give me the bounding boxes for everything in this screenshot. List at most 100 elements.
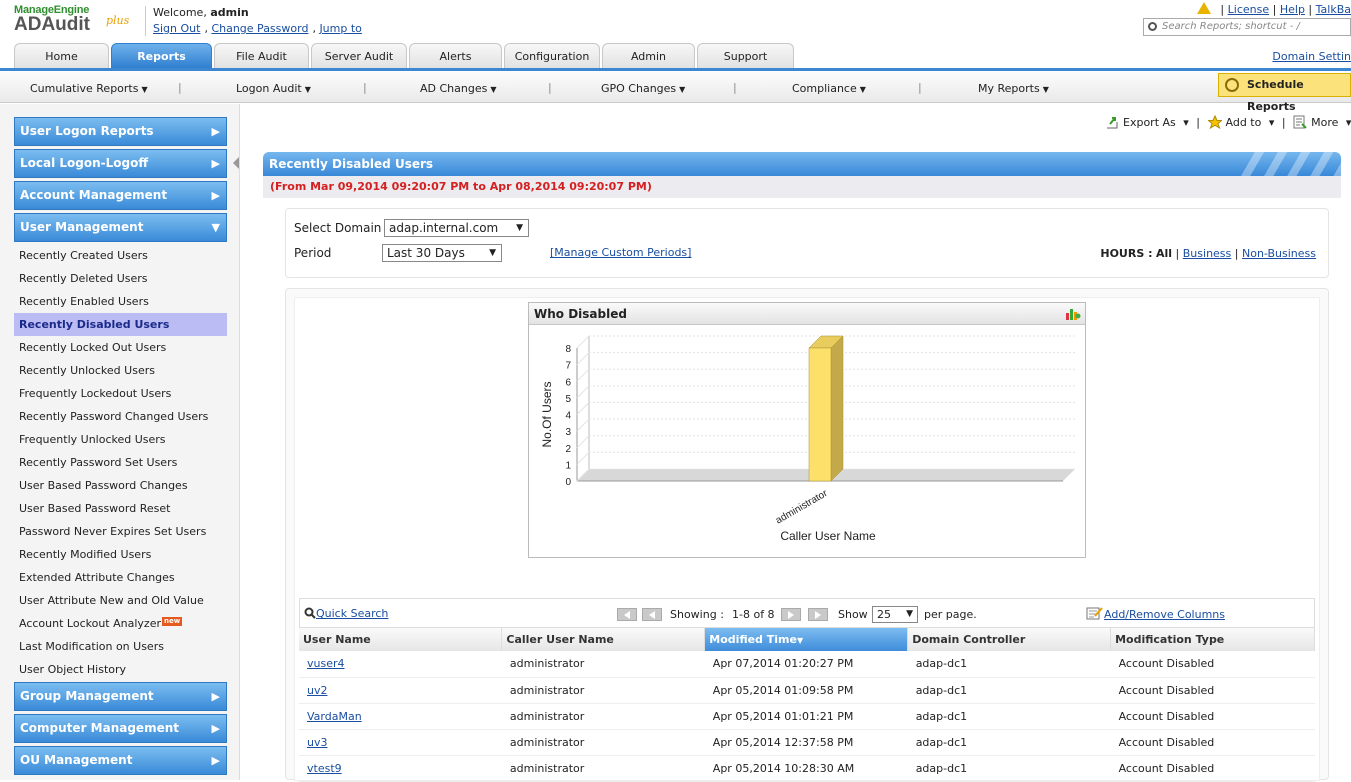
subnav-compliance[interactable]: Compliance ▼	[792, 82, 866, 95]
sidebar-item-recently-created-users[interactable]: Recently Created Users	[14, 244, 227, 267]
sidebar-item-frequently-lockedout-users[interactable]: Frequently Lockedout Users	[14, 382, 227, 405]
user-link[interactable]: uv3	[307, 736, 327, 749]
subnav-cumulative-reports[interactable]: Cumulative Reports ▼	[30, 82, 148, 95]
sidebar-category-ou-management[interactable]: OU Management ▶	[14, 746, 227, 775]
clock-icon	[1225, 78, 1239, 92]
sidebar-item-extended-attribute-changes[interactable]: Extended Attribute Changes	[14, 566, 227, 589]
add-remove-columns-control[interactable]: Add/Remove Columns	[1086, 606, 1225, 621]
sidebar-item-recently-enabled-users[interactable]: Recently Enabled Users	[14, 290, 227, 313]
subnav-my-reports[interactable]: My Reports ▼	[978, 82, 1049, 95]
user-link[interactable]: uv2	[307, 684, 327, 697]
chart-type-icon[interactable]	[1065, 307, 1081, 321]
sidebar-item-recently-password-set-users[interactable]: Recently Password Set Users	[14, 451, 227, 474]
tab-file-audit[interactable]: File Audit	[214, 43, 309, 68]
tab-reports[interactable]: Reports	[111, 43, 212, 68]
sidebar-item-user-based-password-changes[interactable]: User Based Password Changes	[14, 474, 227, 497]
product-logo[interactable]: ManageEngine ADAudit plus	[14, 4, 129, 36]
talkback-link[interactable]: TalkBa	[1316, 3, 1351, 16]
sidebar-item-recently-modified-users[interactable]: Recently Modified Users	[14, 543, 227, 566]
y-tick-label: 5	[565, 394, 571, 405]
title-decoration	[1241, 152, 1341, 176]
search-placeholder: Search Reports; shortcut - /	[1162, 21, 1300, 32]
domain-settings-link[interactable]: Domain Settin	[1272, 50, 1351, 63]
last-page-button[interactable]	[808, 608, 828, 621]
jump-to-link[interactable]: Jump to	[319, 22, 361, 35]
subnav-logon-audit[interactable]: Logon Audit ▼	[236, 82, 311, 95]
tab-configuration[interactable]: Configuration	[504, 43, 600, 68]
first-page-button[interactable]	[617, 608, 637, 621]
tab-home[interactable]: Home	[14, 43, 109, 68]
column-header-caller-user-name[interactable]: Caller User Name	[501, 628, 706, 651]
bar-side	[830, 335, 844, 482]
sidebar-category-user-logon-reports[interactable]: User Logon Reports ▶	[14, 117, 227, 146]
sidebar-item-frequently-unlocked-users[interactable]: Frequently Unlocked Users	[14, 428, 227, 451]
sidebar-item-user-attribute-new-and-old-value[interactable]: User Attribute New and Old Value	[14, 589, 227, 612]
sidebar-item-recently-password-changed-users[interactable]: Recently Password Changed Users	[14, 405, 227, 428]
hours-business-link[interactable]: Business	[1183, 247, 1232, 260]
license-link[interactable]: License	[1228, 3, 1269, 16]
column-header-modification-type[interactable]: Modification Type	[1110, 628, 1315, 651]
user-link[interactable]: vtest9	[307, 762, 342, 775]
manage-custom-periods-link[interactable]: [Manage Custom Periods]	[550, 246, 691, 259]
tab-support[interactable]: Support	[697, 43, 794, 68]
quick-search-control[interactable]: Quick Search	[304, 607, 388, 620]
sidebar-category-account-management[interactable]: Account Management ▶	[14, 181, 227, 210]
domain-select[interactable]: adap.internal.com ▼	[384, 219, 529, 237]
main-tabs: Home Reports File Audit Server Audit Ale…	[0, 43, 1351, 69]
cell-modification-type: Account Disabled	[1110, 677, 1315, 704]
add-remove-columns-link[interactable]: Add/Remove Columns	[1104, 608, 1225, 621]
column-header-modified-time[interactable]: Modified Time▼	[704, 628, 909, 651]
help-link[interactable]: Help	[1280, 3, 1305, 16]
sidebar-item-last-modification-on-users[interactable]: Last Modification on Users	[14, 635, 227, 658]
sidebar-category-group-management[interactable]: Group Management ▶	[14, 682, 227, 711]
cell-modification-type: Account Disabled	[1110, 729, 1315, 756]
cell-caller-user-name: administrator	[501, 703, 705, 730]
sidebar-category-local-logon-logoff[interactable]: Local Logon-Logoff ▶	[14, 149, 227, 178]
tab-server-audit[interactable]: Server Audit	[311, 43, 407, 68]
subnav-gpo-changes[interactable]: GPO Changes ▼	[601, 82, 685, 95]
user-link[interactable]: vuser4	[307, 657, 345, 670]
report-table: User Name Caller User Name Modified Time…	[299, 628, 1315, 782]
sign-out-link[interactable]: Sign Out	[153, 22, 200, 35]
period-select[interactable]: Last 30 Days ▼	[382, 244, 502, 262]
y-tick-label: 1	[565, 460, 571, 471]
user-link[interactable]: VardaMan	[307, 710, 362, 723]
add-to-button[interactable]: Add to ▾	[1207, 115, 1274, 129]
report-title: Recently Disabled Users	[269, 157, 434, 171]
sidebar-item-account-lockout-analyzer[interactable]: Account Lockout Analyzer new	[14, 612, 227, 635]
gridline-side	[576, 368, 590, 382]
more-button[interactable]: More ▾	[1293, 115, 1351, 129]
sidebar-item-user-based-password-reset[interactable]: User Based Password Reset	[14, 497, 227, 520]
hours-non-business-link[interactable]: Non-Business	[1242, 247, 1316, 260]
sidebar-item-recently-unlocked-users[interactable]: Recently Unlocked Users	[14, 359, 227, 382]
sidebar-item-recently-deleted-users[interactable]: Recently Deleted Users	[14, 267, 227, 290]
sidebar-collapse-handle[interactable]	[233, 157, 239, 169]
tab-alerts[interactable]: Alerts	[409, 43, 502, 68]
next-page-button[interactable]	[781, 608, 801, 621]
bar	[808, 347, 832, 482]
sidebar-item-user-object-history[interactable]: User Object History	[14, 658, 227, 681]
column-header-user-name[interactable]: User Name	[299, 628, 503, 651]
report-search-input[interactable]: Search Reports; shortcut - /	[1143, 18, 1351, 36]
gridline-side	[576, 452, 590, 465]
chart-plot: 0 1 2 3 4 5 6 7 8 administrator Caller User Name No…	[540, 335, 1075, 543]
cell-modified-time: Apr 05,2014 12:37:58 PM	[704, 729, 908, 756]
quick-search-link[interactable]: Quick Search	[316, 607, 388, 620]
export-as-button[interactable]: Export As ▾	[1105, 116, 1189, 129]
column-header-domain-controller[interactable]: Domain Controller	[907, 628, 1112, 651]
sidebar-category-user-management[interactable]: User Management ▼	[14, 213, 227, 242]
warning-icon[interactable]	[1196, 2, 1211, 14]
sidebar-item-recently-locked-out-users[interactable]: Recently Locked Out Users	[14, 336, 227, 359]
hours-all[interactable]: All	[1156, 247, 1172, 260]
report-table-area: Quick Search Showing : 1-8 of 8 Show 25 ▼…	[299, 598, 1315, 782]
y-tick-label: 8	[565, 344, 571, 355]
sidebar-item-recently-disabled-users[interactable]: Recently Disabled Users	[14, 313, 227, 336]
subnav-ad-changes[interactable]: AD Changes ▼	[420, 82, 497, 95]
tab-admin[interactable]: Admin	[602, 43, 695, 68]
prev-page-button[interactable]	[642, 608, 662, 621]
change-password-link[interactable]: Change Password	[211, 22, 308, 35]
sidebar-category-computer-management[interactable]: Computer Management ▶	[14, 714, 227, 743]
schedule-reports-button[interactable]: Schedule Reports	[1218, 73, 1351, 113]
sidebar-item-password-never-expires-set-users[interactable]: Password Never Expires Set Users	[14, 520, 227, 543]
per-page-select[interactable]: 25 ▼	[872, 606, 918, 623]
